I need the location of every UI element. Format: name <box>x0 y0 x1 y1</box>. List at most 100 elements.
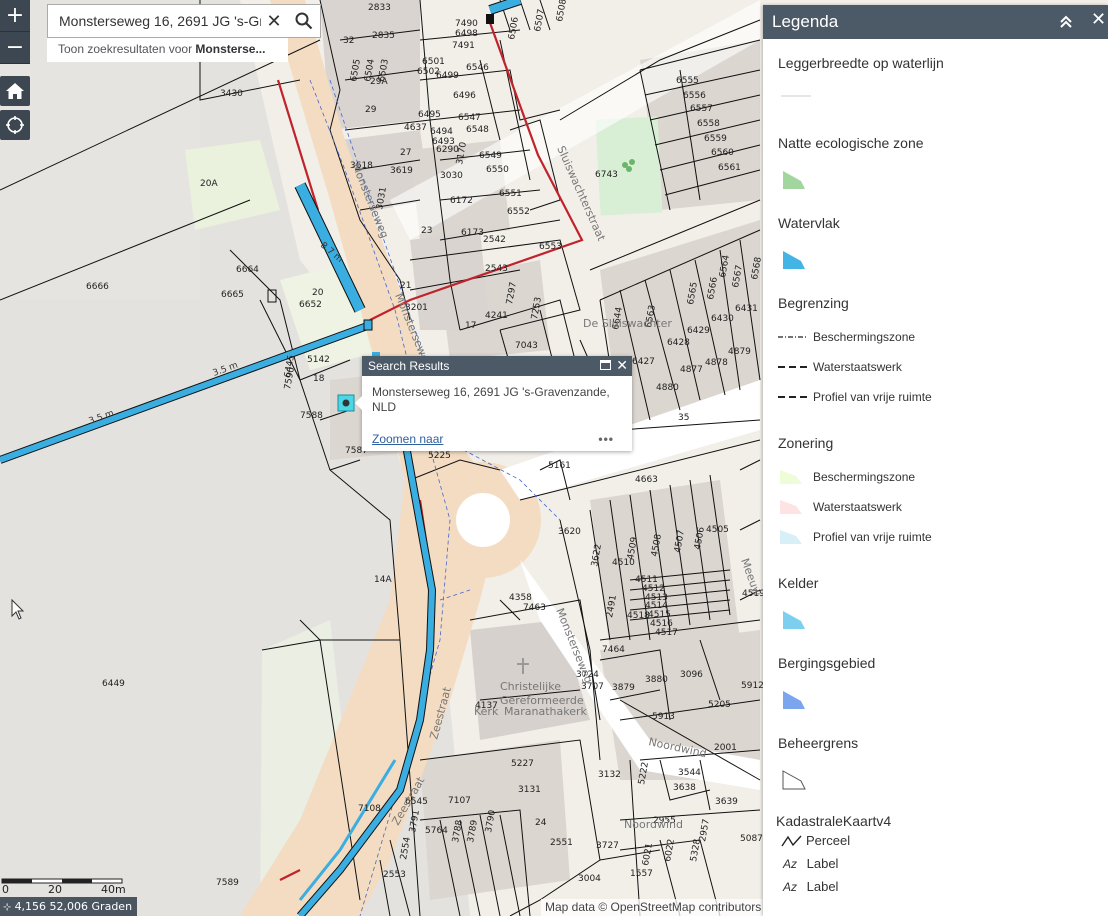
parcel-label: 2835 <box>372 31 395 41</box>
legend-panel: Legenda ✕ Leggerbreedte op waterlijn Nat… <box>763 5 1108 916</box>
zoom-out-button[interactable]: − <box>0 32 30 64</box>
legend-item-label: Profiel van vrije ruimte <box>813 530 932 544</box>
parcel-label: 6499 <box>436 71 459 81</box>
zone-swatch <box>780 530 802 544</box>
parcel-label: 6172 <box>450 196 473 206</box>
parcel-label: 3638 <box>673 783 696 793</box>
legend-title: Legenda <box>772 12 839 31</box>
parcel-label: 5161 <box>548 461 571 471</box>
legend-section-title: Beheergrens <box>778 735 859 751</box>
legend-section-title: Bergingsgebied <box>778 655 876 671</box>
legend-item-label: Label <box>806 856 839 871</box>
parcel-label: 17 <box>465 321 476 331</box>
parcel-label: 5205 <box>708 700 731 710</box>
parcel-label: 2553 <box>383 870 406 880</box>
legend-header: Legenda ✕ <box>763 5 1108 39</box>
parcel-label: 5913 <box>652 712 675 722</box>
scale-label-40: 40m <box>101 883 126 896</box>
parcel-label: 6551 <box>499 189 522 199</box>
parcel-label: 6553 <box>539 242 562 252</box>
parcel-label: 20A <box>200 179 218 189</box>
label-icon: Az <box>783 857 798 871</box>
clear-search-icon[interactable]: ✕ <box>261 6 287 36</box>
parcel-label: 5225 <box>428 451 451 461</box>
parcel-label: 29 <box>365 105 377 115</box>
parcel-label: 3430 <box>220 89 243 99</box>
parcel-label: 3132 <box>598 770 621 780</box>
place-label: Kerk <box>474 705 499 718</box>
parcel-label: 5912 <box>741 681 764 691</box>
zoom-to-link[interactable]: Zoomen naar <box>372 432 443 446</box>
parcel-label: 6449 <box>102 679 125 689</box>
parcel-line-icon <box>781 835 802 846</box>
parcel-label: 7589 <box>216 878 239 888</box>
parcel-label: 6549 <box>479 151 502 161</box>
storage-area-symbol <box>783 691 805 709</box>
parcel-label: 6743 <box>595 170 618 180</box>
collapse-icon[interactable] <box>1057 13 1075 31</box>
parcel-label: 6666 <box>86 282 109 292</box>
parcel-label: 3004 <box>578 874 601 884</box>
legend-section-title: Watervlak <box>778 215 840 231</box>
parcel-label: 7464 <box>602 645 625 655</box>
parcel-label: 6429 <box>687 326 710 336</box>
parcel-label: 6496 <box>453 91 476 101</box>
search-button[interactable] <box>287 4 321 38</box>
coords-icon: ⊹ <box>3 902 15 913</box>
parcel-label: 6556 <box>683 91 706 101</box>
search-box: ✕ <box>47 4 288 38</box>
locate-button[interactable] <box>0 110 30 140</box>
parcel-label: 4879 <box>728 347 751 357</box>
zone-swatch <box>780 470 802 484</box>
popup-title: Search Results <box>368 359 450 373</box>
parcel-label: 7490 <box>455 19 478 29</box>
popup-close-icon[interactable]: ✕ <box>616 356 628 376</box>
legend-section-title: Begrenzing <box>778 295 849 311</box>
parcel-label: 6552 <box>507 207 530 217</box>
parcel-label: 27 <box>400 148 411 158</box>
parcel-label: 6561 <box>718 163 741 173</box>
parcel-label: 6557 <box>690 104 713 114</box>
parcel-label: 32 <box>343 36 354 46</box>
parcel-label: 6548 <box>466 125 489 135</box>
parcel-label: 6558 <box>697 119 720 129</box>
parcel-label: 6431 <box>735 304 758 314</box>
search-suggestion[interactable]: Toon zoekresultaten voor Monsterse... <box>47 38 288 62</box>
parcel-label: 4878 <box>705 358 728 368</box>
legend-item-label: Perceel <box>806 833 851 848</box>
legend-item-label: Profiel van vrije ruimte <box>813 390 932 404</box>
parcel-label: 7107 <box>448 796 471 806</box>
water-surface-symbol <box>783 251 805 269</box>
parcel-label: 5227 <box>511 759 534 769</box>
dash-dot-line-symbol <box>778 336 808 338</box>
legend-item: Az Label <box>783 879 838 894</box>
parcel-label: 6664 <box>236 265 259 275</box>
legend-item: Profiel van vrije ruimte <box>778 390 932 404</box>
legend-item-label: Waterstaatswerk <box>813 360 902 374</box>
parcel-label: 7108 <box>358 804 381 814</box>
more-options-icon[interactable]: ••• <box>598 432 614 446</box>
parcel-label: 35 <box>678 413 689 423</box>
parcel-label: 4505 <box>706 525 729 535</box>
home-button[interactable] <box>0 76 30 106</box>
search-icon <box>295 12 312 30</box>
place-label: Maranathakerk <box>504 705 588 718</box>
parcel-label: 3620 <box>558 527 581 537</box>
parcel-label: 7588 <box>300 411 323 421</box>
legend-close-icon[interactable]: ✕ <box>1091 9 1106 30</box>
place-label: De Sluiswachter <box>583 317 672 330</box>
search-input[interactable] <box>48 6 261 36</box>
legend-item: Beschermingszone <box>778 330 915 344</box>
coordinates-readout[interactable]: ⊹ 4,156 52,006 Graden <box>0 897 138 916</box>
parcel-label: 1557 <box>630 869 653 879</box>
zoom-in-button[interactable]: + <box>0 0 30 32</box>
waterline-width-symbol <box>781 95 811 97</box>
parcel-label: 6427 <box>632 357 655 367</box>
zone-swatch <box>780 500 802 514</box>
maximize-icon[interactable] <box>600 360 611 370</box>
parcel-label: 4517 <box>655 628 678 638</box>
parcel-label: 3879 <box>612 683 635 693</box>
scale-label-20: 20 <box>48 883 62 896</box>
crosshair-icon <box>6 116 24 134</box>
parcel-label: 4663 <box>635 475 658 485</box>
